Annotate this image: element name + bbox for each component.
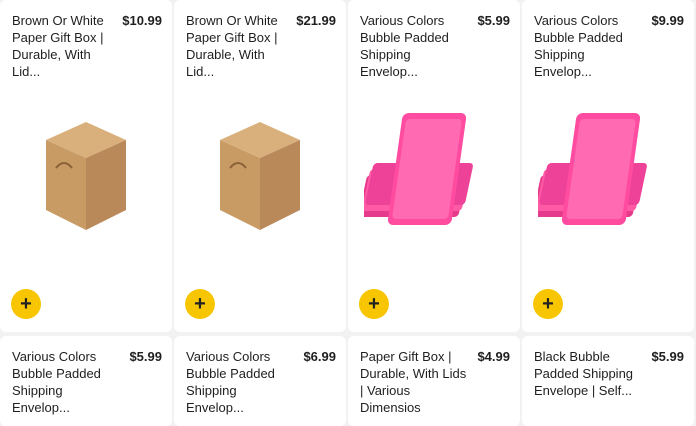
product-title[interactable]: Various Colors Bubble Padded Shipping En… xyxy=(186,348,294,416)
product-title[interactable]: Brown Or White Paper Gift Box | Durable,… xyxy=(12,12,120,80)
product-card[interactable]: Brown Or White Paper Gift Box | Durable,… xyxy=(174,0,346,332)
product-card[interactable]: Various Colors Bubble Padded Shipping En… xyxy=(174,336,346,426)
add-to-cart-button[interactable]: + xyxy=(185,289,215,319)
product-price: $5.99 xyxy=(651,349,684,364)
product-card[interactable]: Various Colors Bubble Padded Shipping En… xyxy=(348,0,520,332)
product-price: $4.99 xyxy=(477,349,510,364)
product-title[interactable]: Various Colors Bubble Padded Shipping En… xyxy=(360,12,468,80)
product-price: $21.99 xyxy=(296,13,336,28)
plus-icon: + xyxy=(194,293,206,315)
pink-mailers-image xyxy=(364,113,473,225)
product-card[interactable]: Various Colors Bubble Padded Shipping En… xyxy=(0,336,172,426)
plus-icon: + xyxy=(542,293,554,315)
product-card[interactable]: Black Bubble Padded Shipping Envelope | … xyxy=(522,336,694,426)
product-title[interactable]: Various Colors Bubble Padded Shipping En… xyxy=(12,348,120,416)
add-to-cart-button[interactable]: + xyxy=(533,289,563,319)
product-card[interactable]: Various Colors Bubble Padded Shipping En… xyxy=(522,0,694,332)
product-card[interactable]: Brown Or White Paper Gift Box | Durable,… xyxy=(0,0,172,332)
product-image[interactable] xyxy=(174,90,346,260)
product-price: $6.99 xyxy=(303,349,336,364)
product-price: $5.99 xyxy=(129,349,162,364)
product-grid: Brown Or White Paper Gift Box | Durable,… xyxy=(0,0,696,426)
pink-mailers-image xyxy=(538,113,647,225)
add-to-cart-button[interactable]: + xyxy=(359,289,389,319)
product-title[interactable]: Black Bubble Padded Shipping Envelope | … xyxy=(534,348,642,399)
product-title[interactable]: Paper Gift Box | Durable, With Lids | Va… xyxy=(360,348,468,416)
kraft-box-image xyxy=(220,122,300,230)
kraft-box-image xyxy=(46,122,126,230)
product-image[interactable] xyxy=(0,90,172,260)
product-price: $5.99 xyxy=(477,13,510,28)
product-price: $10.99 xyxy=(122,13,162,28)
product-price: $9.99 xyxy=(651,13,684,28)
product-title[interactable]: Various Colors Bubble Padded Shipping En… xyxy=(534,12,642,80)
product-title[interactable]: Brown Or White Paper Gift Box | Durable,… xyxy=(186,12,294,80)
product-card[interactable]: Paper Gift Box | Durable, With Lids | Va… xyxy=(348,336,520,426)
plus-icon: + xyxy=(20,293,32,315)
product-image[interactable] xyxy=(348,90,520,260)
add-to-cart-button[interactable]: + xyxy=(11,289,41,319)
plus-icon: + xyxy=(368,293,380,315)
product-image[interactable] xyxy=(522,90,694,260)
